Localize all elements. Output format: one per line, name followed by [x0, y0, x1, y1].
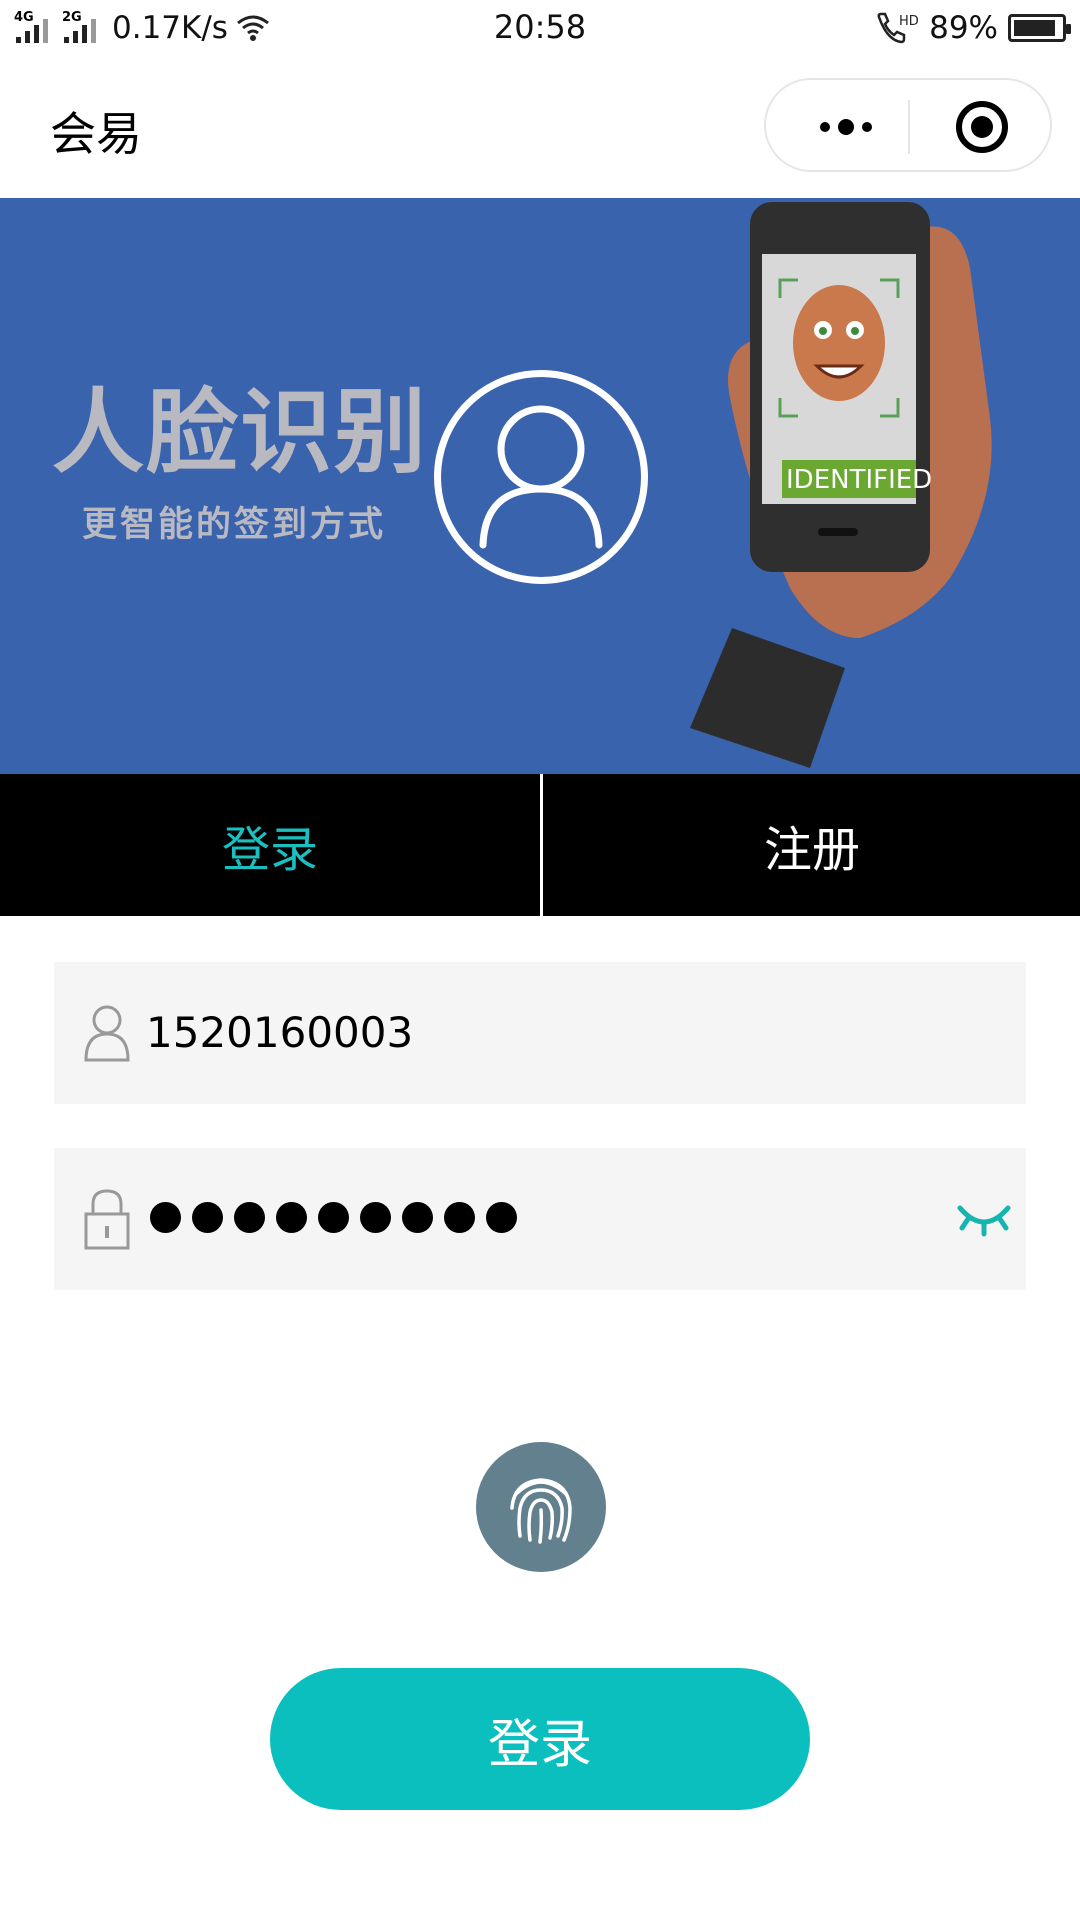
miniprogram-capsule: [764, 78, 1052, 172]
nav-bar: 会易: [0, 58, 1080, 198]
fingerprint-login-button[interactable]: [476, 1442, 606, 1572]
face-recognition-banner: 人脸识别 更智能的签到方式 IDENTIFIED: [0, 198, 1080, 774]
tab-login[interactable]: 登录: [0, 774, 540, 916]
capsule-divider: [908, 100, 910, 154]
page-title: 会易: [50, 107, 142, 161]
username-input[interactable]: 1520160003: [146, 962, 413, 1104]
password-mask-dot: [318, 1202, 349, 1233]
password-mask-dot: [276, 1202, 307, 1233]
user-avatar-icon: [434, 370, 648, 584]
battery-fill: [1014, 20, 1055, 36]
battery-percent: 89%: [929, 10, 998, 46]
username-field[interactable]: 1520160003: [54, 962, 1026, 1104]
banner-subtitle: 更智能的签到方式: [82, 505, 387, 545]
auth-tabs: 登录 注册: [0, 774, 1080, 916]
password-input[interactable]: [150, 1202, 517, 1233]
fingerprint-icon: [510, 1478, 572, 1544]
password-mask-dot: [444, 1202, 475, 1233]
phone-face-scan-illustration: IDENTIFIED: [690, 202, 992, 768]
status-right: HD 89%: [875, 8, 1071, 48]
hd-label: HD: [899, 14, 919, 29]
hd-call-icon: HD: [877, 12, 919, 44]
identified-badge: IDENTIFIED: [786, 465, 932, 495]
banner-title: 人脸识别: [52, 379, 429, 486]
password-field[interactable]: [54, 1148, 1026, 1290]
password-mask-dot: [234, 1202, 265, 1233]
more-dots-icon[interactable]: [806, 80, 886, 174]
battery-icon: [1008, 14, 1071, 42]
eye-closed-icon[interactable]: [956, 1198, 1012, 1238]
tab-register[interactable]: 注册: [542, 774, 1080, 916]
password-mask-dot: [360, 1202, 391, 1233]
status-bar: 4G 2G 0.17K/s 20:58 HD 89%: [0, 0, 1080, 58]
password-mask-dot: [486, 1202, 517, 1233]
login-button[interactable]: 登录: [270, 1668, 810, 1810]
password-mask-dot: [402, 1202, 433, 1233]
password-mask-dot: [150, 1202, 181, 1233]
target-close-icon[interactable]: [956, 101, 1008, 153]
lock-icon: [84, 1189, 130, 1250]
password-mask-dot: [192, 1202, 223, 1233]
user-outline-icon: [84, 1005, 130, 1062]
